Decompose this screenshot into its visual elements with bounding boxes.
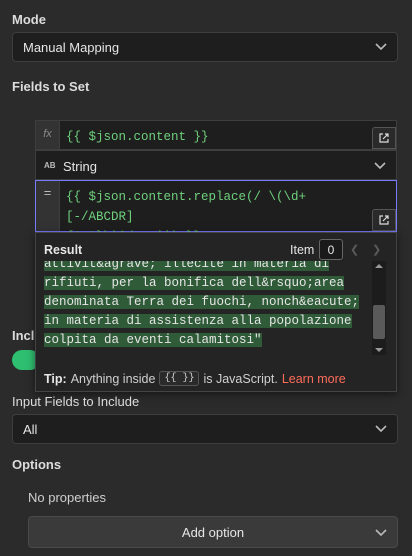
external-link-icon bbox=[379, 133, 389, 143]
tip-row: Tip: Anything inside {{ }} is JavaScript… bbox=[44, 371, 346, 386]
no-properties-text: No properties bbox=[28, 490, 107, 505]
result-title: Result bbox=[44, 243, 83, 257]
chevron-down-icon bbox=[375, 425, 387, 433]
equals-marker: = bbox=[36, 181, 60, 231]
open-expression-editor-button[interactable] bbox=[372, 127, 396, 149]
scroll-down-icon[interactable] bbox=[375, 347, 383, 353]
field-name-expression-text[interactable]: {{ $json.content }} bbox=[66, 127, 370, 147]
input-fields-value: All bbox=[23, 421, 38, 437]
string-type-icon: AB bbox=[44, 161, 56, 170]
chevron-left-icon[interactable]: ❮ bbox=[350, 243, 359, 256]
tip-text: Anything inside bbox=[70, 371, 156, 386]
mode-select[interactable]: Manual Mapping bbox=[12, 32, 398, 62]
tip-code: {{ }} bbox=[159, 371, 200, 386]
scroll-up-icon[interactable] bbox=[375, 263, 383, 269]
chevron-right-icon[interactable]: ❯ bbox=[372, 243, 381, 256]
item-index-input[interactable]: 0 bbox=[319, 239, 343, 260]
add-option-label: Add option bbox=[181, 524, 245, 540]
external-link-icon bbox=[379, 215, 389, 225]
expression-result-panel: Result Item 0 ❮ ❯ attivit&agrave; illeci… bbox=[35, 232, 397, 392]
chevron-down-icon bbox=[374, 162, 386, 170]
chevron-down-icon bbox=[375, 529, 387, 537]
chevron-down-icon bbox=[375, 43, 387, 51]
field-value-expression[interactable]: = {{ $json.content.replace(/ \(\d+[-/ABC… bbox=[35, 180, 397, 244]
tip-text: is JavaScript. bbox=[203, 371, 278, 386]
fx-icon: fx bbox=[36, 121, 60, 149]
result-line: rifiuti, per la bonifica dell&rsquo;area bbox=[44, 276, 345, 290]
result-line: attivit&agrave; illecite in materia di bbox=[44, 261, 330, 271]
field-type-select[interactable]: AB String bbox=[35, 150, 397, 180]
fields-to-set-label: Fields to Set bbox=[12, 79, 90, 94]
result-line: in materia di assistenza alla popolazion… bbox=[44, 314, 352, 328]
expression-line-1: {{ $json.content.replace(/ \(\d+[-/ABCDR… bbox=[66, 190, 307, 224]
tip-label: Tip: bbox=[44, 371, 67, 386]
result-line: denominata Terra dei fuochi, nonch&eacut… bbox=[44, 295, 360, 309]
learn-more-link[interactable]: Learn more bbox=[282, 372, 346, 386]
scroll-thumb[interactable] bbox=[373, 305, 385, 339]
mode-label: Mode bbox=[12, 12, 46, 27]
options-label: Options bbox=[12, 457, 62, 472]
input-fields-select[interactable]: All bbox=[12, 414, 398, 444]
add-option-button[interactable]: Add option bbox=[28, 516, 398, 548]
item-label: Item bbox=[290, 243, 315, 257]
input-fields-label: Input Fields to Include bbox=[12, 394, 140, 409]
result-output: attivit&agrave; illecite in materia di r… bbox=[44, 261, 371, 351]
field-name-expression[interactable]: fx {{ $json.content }} bbox=[35, 120, 397, 150]
result-line: colpita da eventi calamitosi" bbox=[44, 333, 262, 347]
field-type-value: String bbox=[63, 159, 97, 174]
open-expression-editor-button[interactable] bbox=[372, 209, 396, 231]
result-scrollbar[interactable] bbox=[372, 261, 386, 355]
mode-select-value: Manual Mapping bbox=[23, 39, 120, 55]
